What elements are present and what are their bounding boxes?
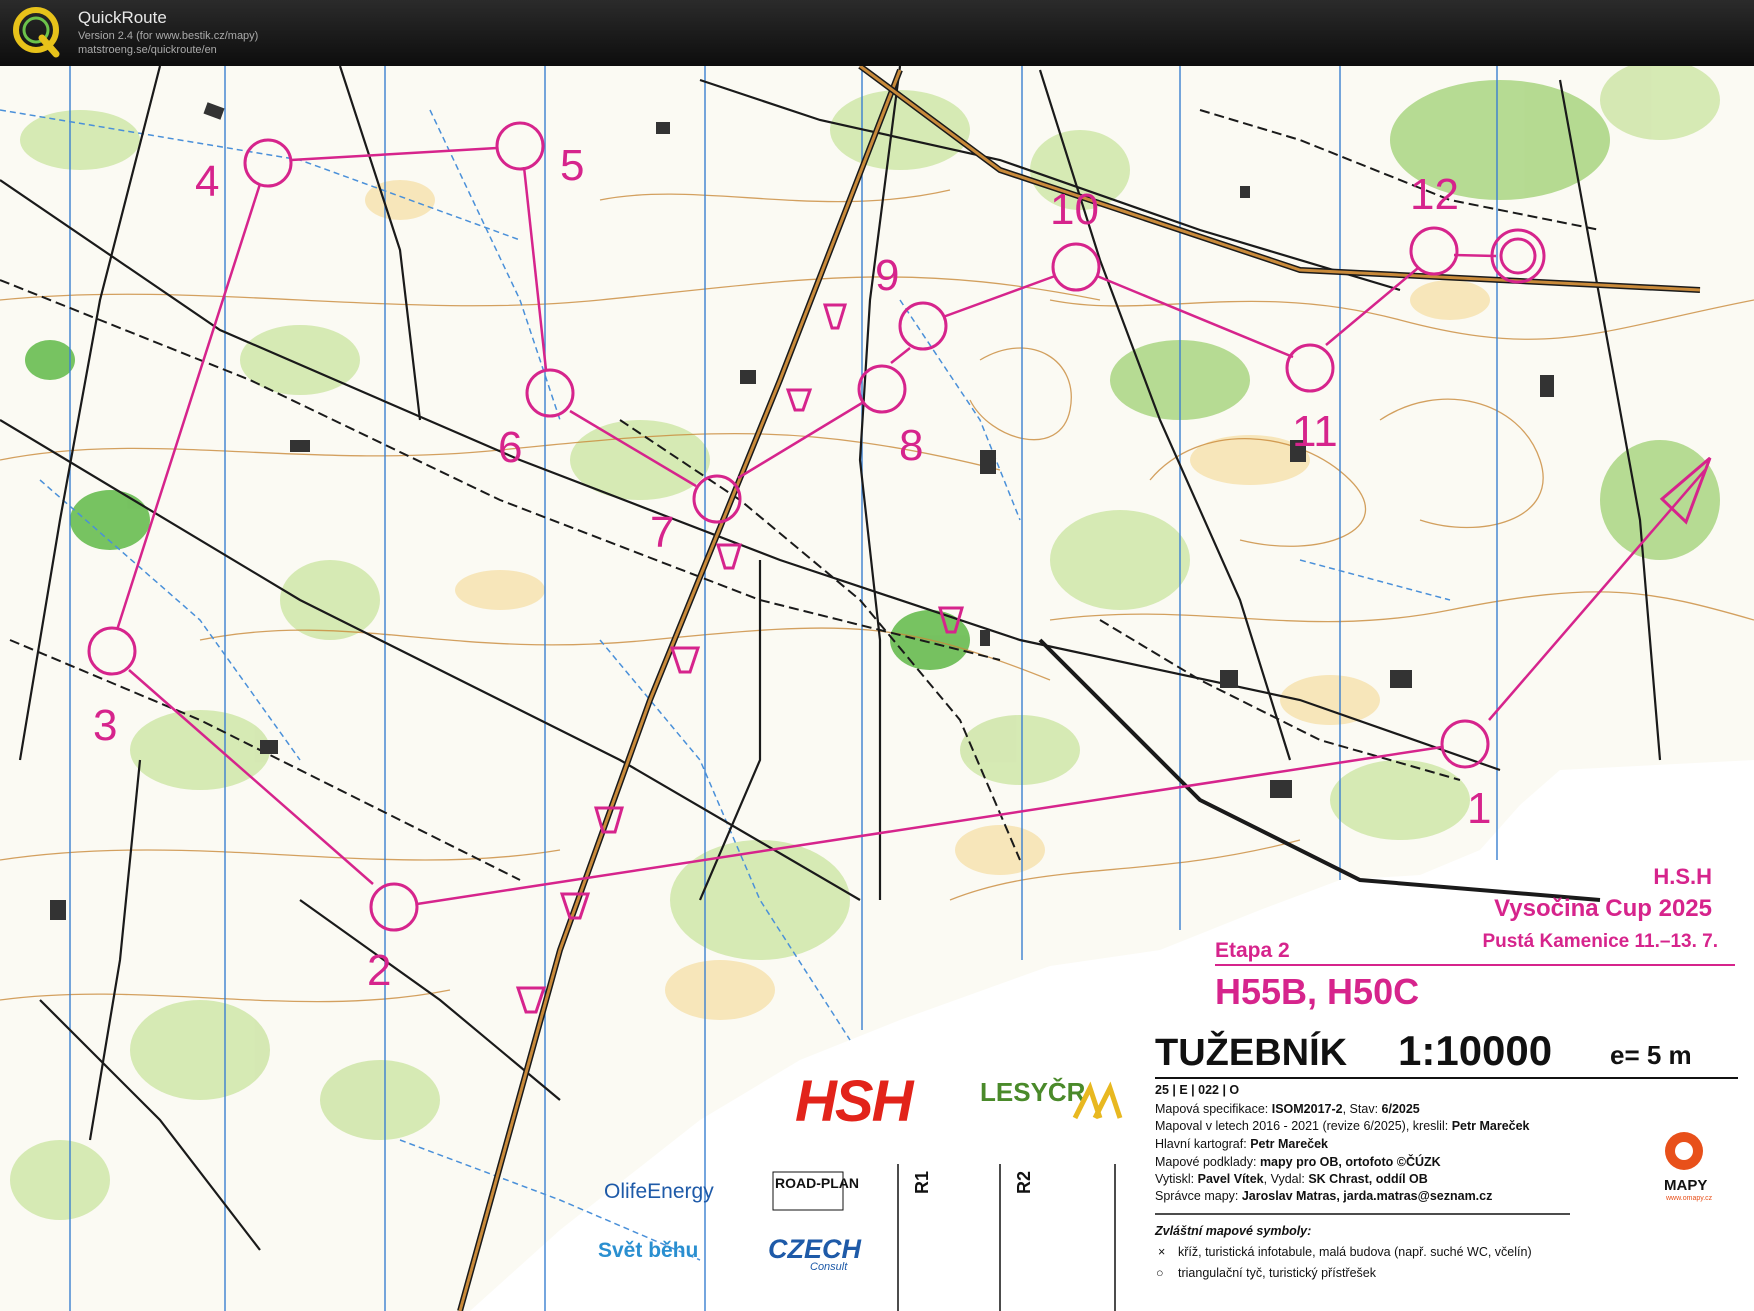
- map-info-line: Mapoval v letech 2016 - 2021 (revize 6/2…: [1155, 1119, 1530, 1133]
- czech-consult-sub: Consult: [810, 1261, 848, 1273]
- app-version: Version 2.4 (for www.bestik.cz/mapy): [78, 30, 259, 42]
- special-symbol-cross: ×: [1158, 1245, 1165, 1259]
- lesy-cr-logo: LESYČR: [980, 1077, 1086, 1107]
- quickroute-logo-icon: [13, 7, 60, 58]
- control-number-12: 12: [1410, 170, 1459, 219]
- control-number-3: 3: [93, 701, 117, 750]
- event-place-dates: Pustá Kamenice 11.–13. 7.: [1482, 931, 1718, 952]
- event-title: Vysočina Cup 2025: [1494, 895, 1712, 922]
- control-number-2: 2: [367, 946, 391, 995]
- map-info-line: Mapová specifikace: ISOM2017-2, Stav: 6/…: [1155, 1102, 1420, 1116]
- map-info-line: Správce mapy: Jaroslav Matras, jarda.mat…: [1155, 1189, 1492, 1203]
- map-name: TUŽEBNÍK: [1155, 1030, 1348, 1074]
- control-number-7: 7: [650, 508, 674, 557]
- event-organizer: H.S.H: [1653, 864, 1712, 889]
- orienteering-map[interactable]: 1 2 3 4 5 6 7 8 9 10 11 12 H.S.H Vysočin…: [0, 66, 1754, 1311]
- control-number-11: 11: [1292, 407, 1338, 456]
- app-url: matstroeng.se/quickroute/en: [78, 44, 217, 56]
- map-info-line: Mapové podklady: mapy pro OB, ortofoto ©…: [1155, 1154, 1441, 1169]
- special-symbol-circle: ○: [1156, 1266, 1164, 1280]
- control-number-6: 6: [498, 423, 522, 472]
- map-info-line: Hlavní kartograf: Petr Mareček: [1155, 1137, 1328, 1151]
- control-number-8: 8: [899, 421, 923, 470]
- control-number-4: 4: [195, 157, 219, 206]
- hsh-logo: HSH: [795, 1069, 915, 1134]
- control-number-9: 9: [875, 251, 899, 300]
- control-number-1: 1: [1467, 784, 1491, 833]
- app-title: QuickRoute: [78, 8, 167, 27]
- map-info-line: Vytiskl: Pavel Vítek, Vydal: SK Chrast, …: [1155, 1172, 1428, 1186]
- event-stage: Etapa 2: [1215, 939, 1290, 962]
- control-number-10: 10: [1050, 185, 1099, 234]
- map-scale: 1:10000: [1398, 1027, 1552, 1074]
- svet-behu-logo: Svět běhu: [598, 1239, 698, 1262]
- special-symbol-cross-text: kříž, turistická infotabule, malá budova…: [1178, 1245, 1532, 1259]
- special-symbols-title: Zvláštní mapové symboly:: [1154, 1224, 1311, 1238]
- mapy-url: www.omapy.cz: [1665, 1195, 1713, 1202]
- map-contour: e= 5 m: [1610, 1040, 1692, 1070]
- mapy-logo: MAPY: [1664, 1177, 1707, 1194]
- special-symbol-circle-text: triangulační tyč, turistický přístřešek: [1178, 1266, 1377, 1280]
- title-bar: QuickRoute Version 2.4 (for www.bestik.c…: [0, 0, 1754, 66]
- control-number-5: 5: [560, 141, 584, 190]
- czech-consult-logo: CZECH: [768, 1234, 861, 1264]
- event-categories: H55B, H50C: [1215, 971, 1419, 1012]
- map-code: 25 | E | 022 | O: [1155, 1083, 1239, 1097]
- road-plan-logo: ROAD-PLAN: [775, 1175, 859, 1191]
- r1-label: R1: [912, 1171, 932, 1194]
- olife-energy-logo: OlifeEnergy: [604, 1180, 714, 1203]
- r2-label: R2: [1014, 1171, 1034, 1194]
